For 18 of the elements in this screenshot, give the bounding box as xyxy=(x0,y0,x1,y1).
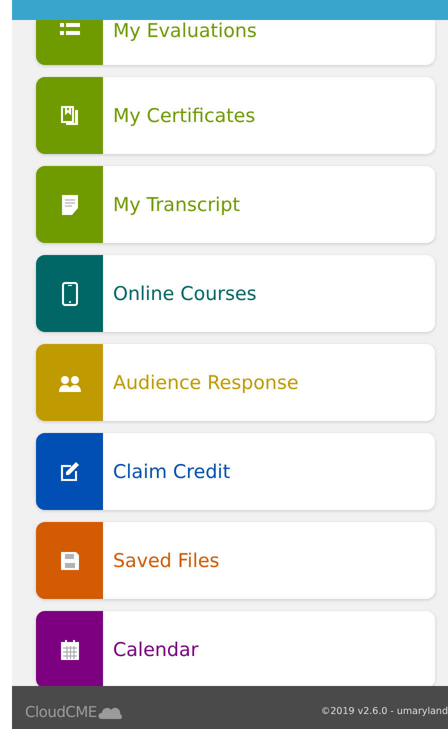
menu-label: Audience Response xyxy=(112,372,299,394)
brand-logo: CloudCME xyxy=(25,702,97,720)
menu-label: My Evaluations xyxy=(112,20,257,43)
menu-card[interactable]: Calendar xyxy=(36,611,435,686)
menu-card[interactable]: Online Courses xyxy=(36,255,435,332)
menu-label: My Certificates xyxy=(112,104,256,126)
menu-label: Claim Credit xyxy=(112,460,230,482)
menu-label: Saved Files xyxy=(112,550,220,572)
copyright-text: ©2019 v2.6.0 - umaryland xyxy=(320,706,448,717)
menu-card[interactable]: Saved Files xyxy=(36,522,435,599)
menu-label: My Transcript xyxy=(112,194,240,216)
menu-card[interactable]: My Certificates xyxy=(36,77,435,154)
menu-card[interactable]: My Evaluations xyxy=(36,20,435,65)
menu-label: Calendar xyxy=(112,638,198,660)
menu-label: Online Courses xyxy=(112,282,257,304)
menu-card[interactable]: Claim Credit xyxy=(36,433,435,510)
menu-card[interactable]: Audience Response xyxy=(36,344,435,421)
menu-card[interactable]: My Transcript xyxy=(36,166,435,243)
